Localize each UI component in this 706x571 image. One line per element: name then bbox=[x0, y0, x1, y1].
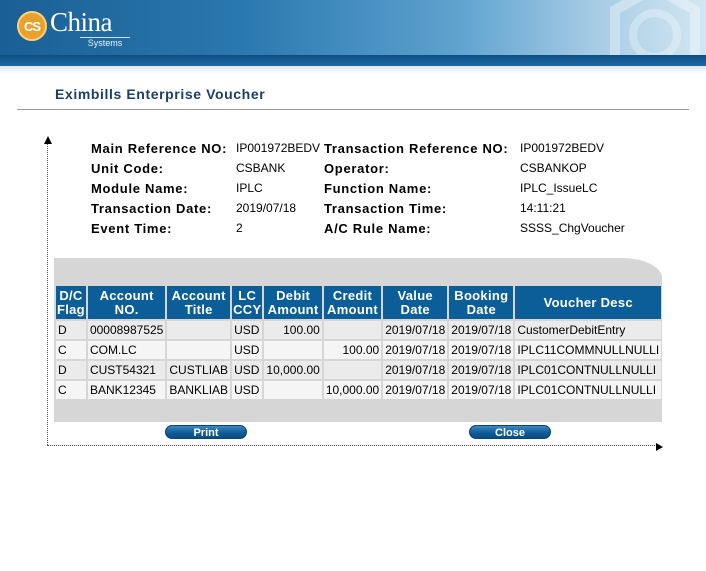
col-header-booking-date: Booking Date bbox=[449, 286, 514, 319]
cell-voucher-desc: CustomerDebitEntry bbox=[515, 321, 662, 339]
cell-debit-amount: 100.00 bbox=[264, 321, 322, 339]
logo-badge-icon: CS bbox=[17, 11, 47, 41]
col-header-credit-amount: Credit Amount bbox=[323, 286, 382, 319]
cell-credit-amount: 100.00 bbox=[323, 341, 382, 359]
transaction-date-value: 2019/07/18 bbox=[236, 201, 297, 215]
arrow-up-icon bbox=[44, 136, 52, 144]
cell-lc-ccy: USD bbox=[232, 381, 263, 399]
operator-label: Operator: bbox=[324, 161, 390, 176]
cell-account-title bbox=[167, 321, 231, 339]
cell-value-date: 2019/07/18 bbox=[383, 321, 448, 339]
ac-rule-name-value: SSSS_ChgVoucher bbox=[520, 221, 625, 235]
cell-account-title: CUSTLIAB bbox=[167, 361, 231, 379]
unit-code-label: Unit Code: bbox=[91, 161, 164, 176]
cell-voucher-desc: IPLC01CONTNULLNULLI bbox=[515, 361, 662, 379]
cell-value-date: 2019/07/18 bbox=[383, 361, 448, 379]
cell-debit-amount bbox=[264, 381, 322, 399]
cell-credit-amount: 10,000.00 bbox=[323, 381, 382, 399]
table-row: D 00008987525 USD 100.00 2019/07/18 2019… bbox=[56, 321, 662, 339]
col-header-lc-ccy: LC CCY bbox=[232, 286, 263, 319]
transaction-reference-label: Transaction Reference NO: bbox=[324, 141, 509, 156]
col-header-voucher-desc: Voucher Desc bbox=[515, 286, 662, 319]
cell-booking-date: 2019/07/18 bbox=[449, 321, 514, 339]
col-header-account-no: Account NO. bbox=[87, 286, 166, 319]
cell-booking-date: 2019/07/18 bbox=[449, 361, 514, 379]
cell-dc-flag: C bbox=[56, 381, 86, 399]
cell-account-title bbox=[167, 341, 231, 359]
transaction-reference-value: IP001972BEDV bbox=[520, 141, 605, 155]
cell-booking-date: 2019/07/18 bbox=[449, 341, 514, 359]
col-header-debit-amount: Debit Amount bbox=[264, 286, 322, 319]
cell-value-date: 2019/07/18 bbox=[383, 381, 448, 399]
table-row: D CUST54321 CUSTLIAB USD 10,000.00 2019/… bbox=[56, 361, 662, 379]
operator-value: CSBANKOP bbox=[520, 161, 587, 175]
event-time-value: 2 bbox=[236, 221, 243, 235]
col-header-dc-flag: D/C Flag bbox=[56, 286, 86, 319]
cell-lc-ccy: USD bbox=[232, 361, 263, 379]
col-header-account-title: Account Title bbox=[167, 286, 231, 319]
title-divider bbox=[17, 109, 689, 110]
cell-debit-amount: 10,000.00 bbox=[264, 361, 322, 379]
banner-stripe bbox=[0, 55, 706, 66]
function-name-label: Function Name: bbox=[324, 181, 433, 196]
cell-dc-flag: D bbox=[56, 361, 86, 379]
main-reference-value: IP001972BEDV bbox=[236, 141, 321, 155]
cell-debit-amount bbox=[264, 341, 322, 359]
col-header-value-date: Value Date bbox=[383, 286, 448, 319]
ac-rule-name-label: A/C Rule Name: bbox=[324, 221, 432, 236]
cell-account-no: 00008987525 bbox=[87, 321, 166, 339]
logo-subtitle: Systems bbox=[80, 37, 130, 48]
cell-lc-ccy: USD bbox=[232, 341, 263, 359]
cell-credit-amount bbox=[323, 361, 382, 379]
frame-bottom-dotted-line bbox=[47, 445, 659, 446]
cell-account-title: BANKLIAB bbox=[167, 381, 231, 399]
cell-dc-flag: C bbox=[56, 341, 86, 359]
function-name-value: IPLC_IssueLC bbox=[520, 181, 598, 195]
cell-voucher-desc: IPLC11COMMNULLNULLI bbox=[515, 341, 662, 359]
module-name-value: IPLC bbox=[236, 181, 263, 195]
cell-credit-amount bbox=[323, 321, 382, 339]
table-row: C BANK12345 BANKLIAB USD 10,000.00 2019/… bbox=[56, 381, 662, 399]
table-header-row: D/C Flag Account NO. Account Title LC CCY De… bbox=[56, 286, 662, 319]
cell-account-no: BANK12345 bbox=[87, 381, 166, 399]
voucher-table: D/C Flag Account NO. Account Title LC CCY De… bbox=[54, 284, 663, 401]
header-banner: CS China Systems bbox=[0, 0, 706, 66]
event-time-label: Event Time: bbox=[91, 221, 173, 236]
cell-account-no: COM.LC bbox=[87, 341, 166, 359]
module-name-label: Module Name: bbox=[91, 181, 189, 196]
table-row: C COM.LC USD 100.00 2019/07/18 2019/07/1… bbox=[56, 341, 662, 359]
cell-voucher-desc: IPLC01CONTNULLNULLI bbox=[515, 381, 662, 399]
cell-booking-date: 2019/07/18 bbox=[449, 381, 514, 399]
print-button[interactable]: Print bbox=[165, 425, 247, 439]
close-button[interactable]: Close bbox=[469, 425, 551, 439]
frame-left-dotted-line bbox=[47, 141, 48, 445]
cell-lc-ccy: USD bbox=[232, 321, 263, 339]
unit-code-value: CSBANK bbox=[236, 161, 286, 175]
page-title: Eximbills Enterprise Voucher bbox=[55, 86, 266, 102]
transaction-date-label: Transaction Date: bbox=[91, 201, 212, 216]
banner-shadow bbox=[0, 66, 706, 74]
transaction-time-label: Transaction Time: bbox=[324, 201, 447, 216]
transaction-time-value: 14:11:21 bbox=[520, 201, 566, 215]
logo-name: China bbox=[50, 7, 113, 37]
cell-dc-flag: D bbox=[56, 321, 86, 339]
cell-value-date: 2019/07/18 bbox=[383, 341, 448, 359]
main-reference-label: Main Reference NO: bbox=[91, 141, 228, 156]
arrow-right-icon bbox=[656, 443, 663, 451]
cell-account-no: CUST54321 bbox=[87, 361, 166, 379]
company-logo: CS China Systems bbox=[17, 7, 137, 51]
